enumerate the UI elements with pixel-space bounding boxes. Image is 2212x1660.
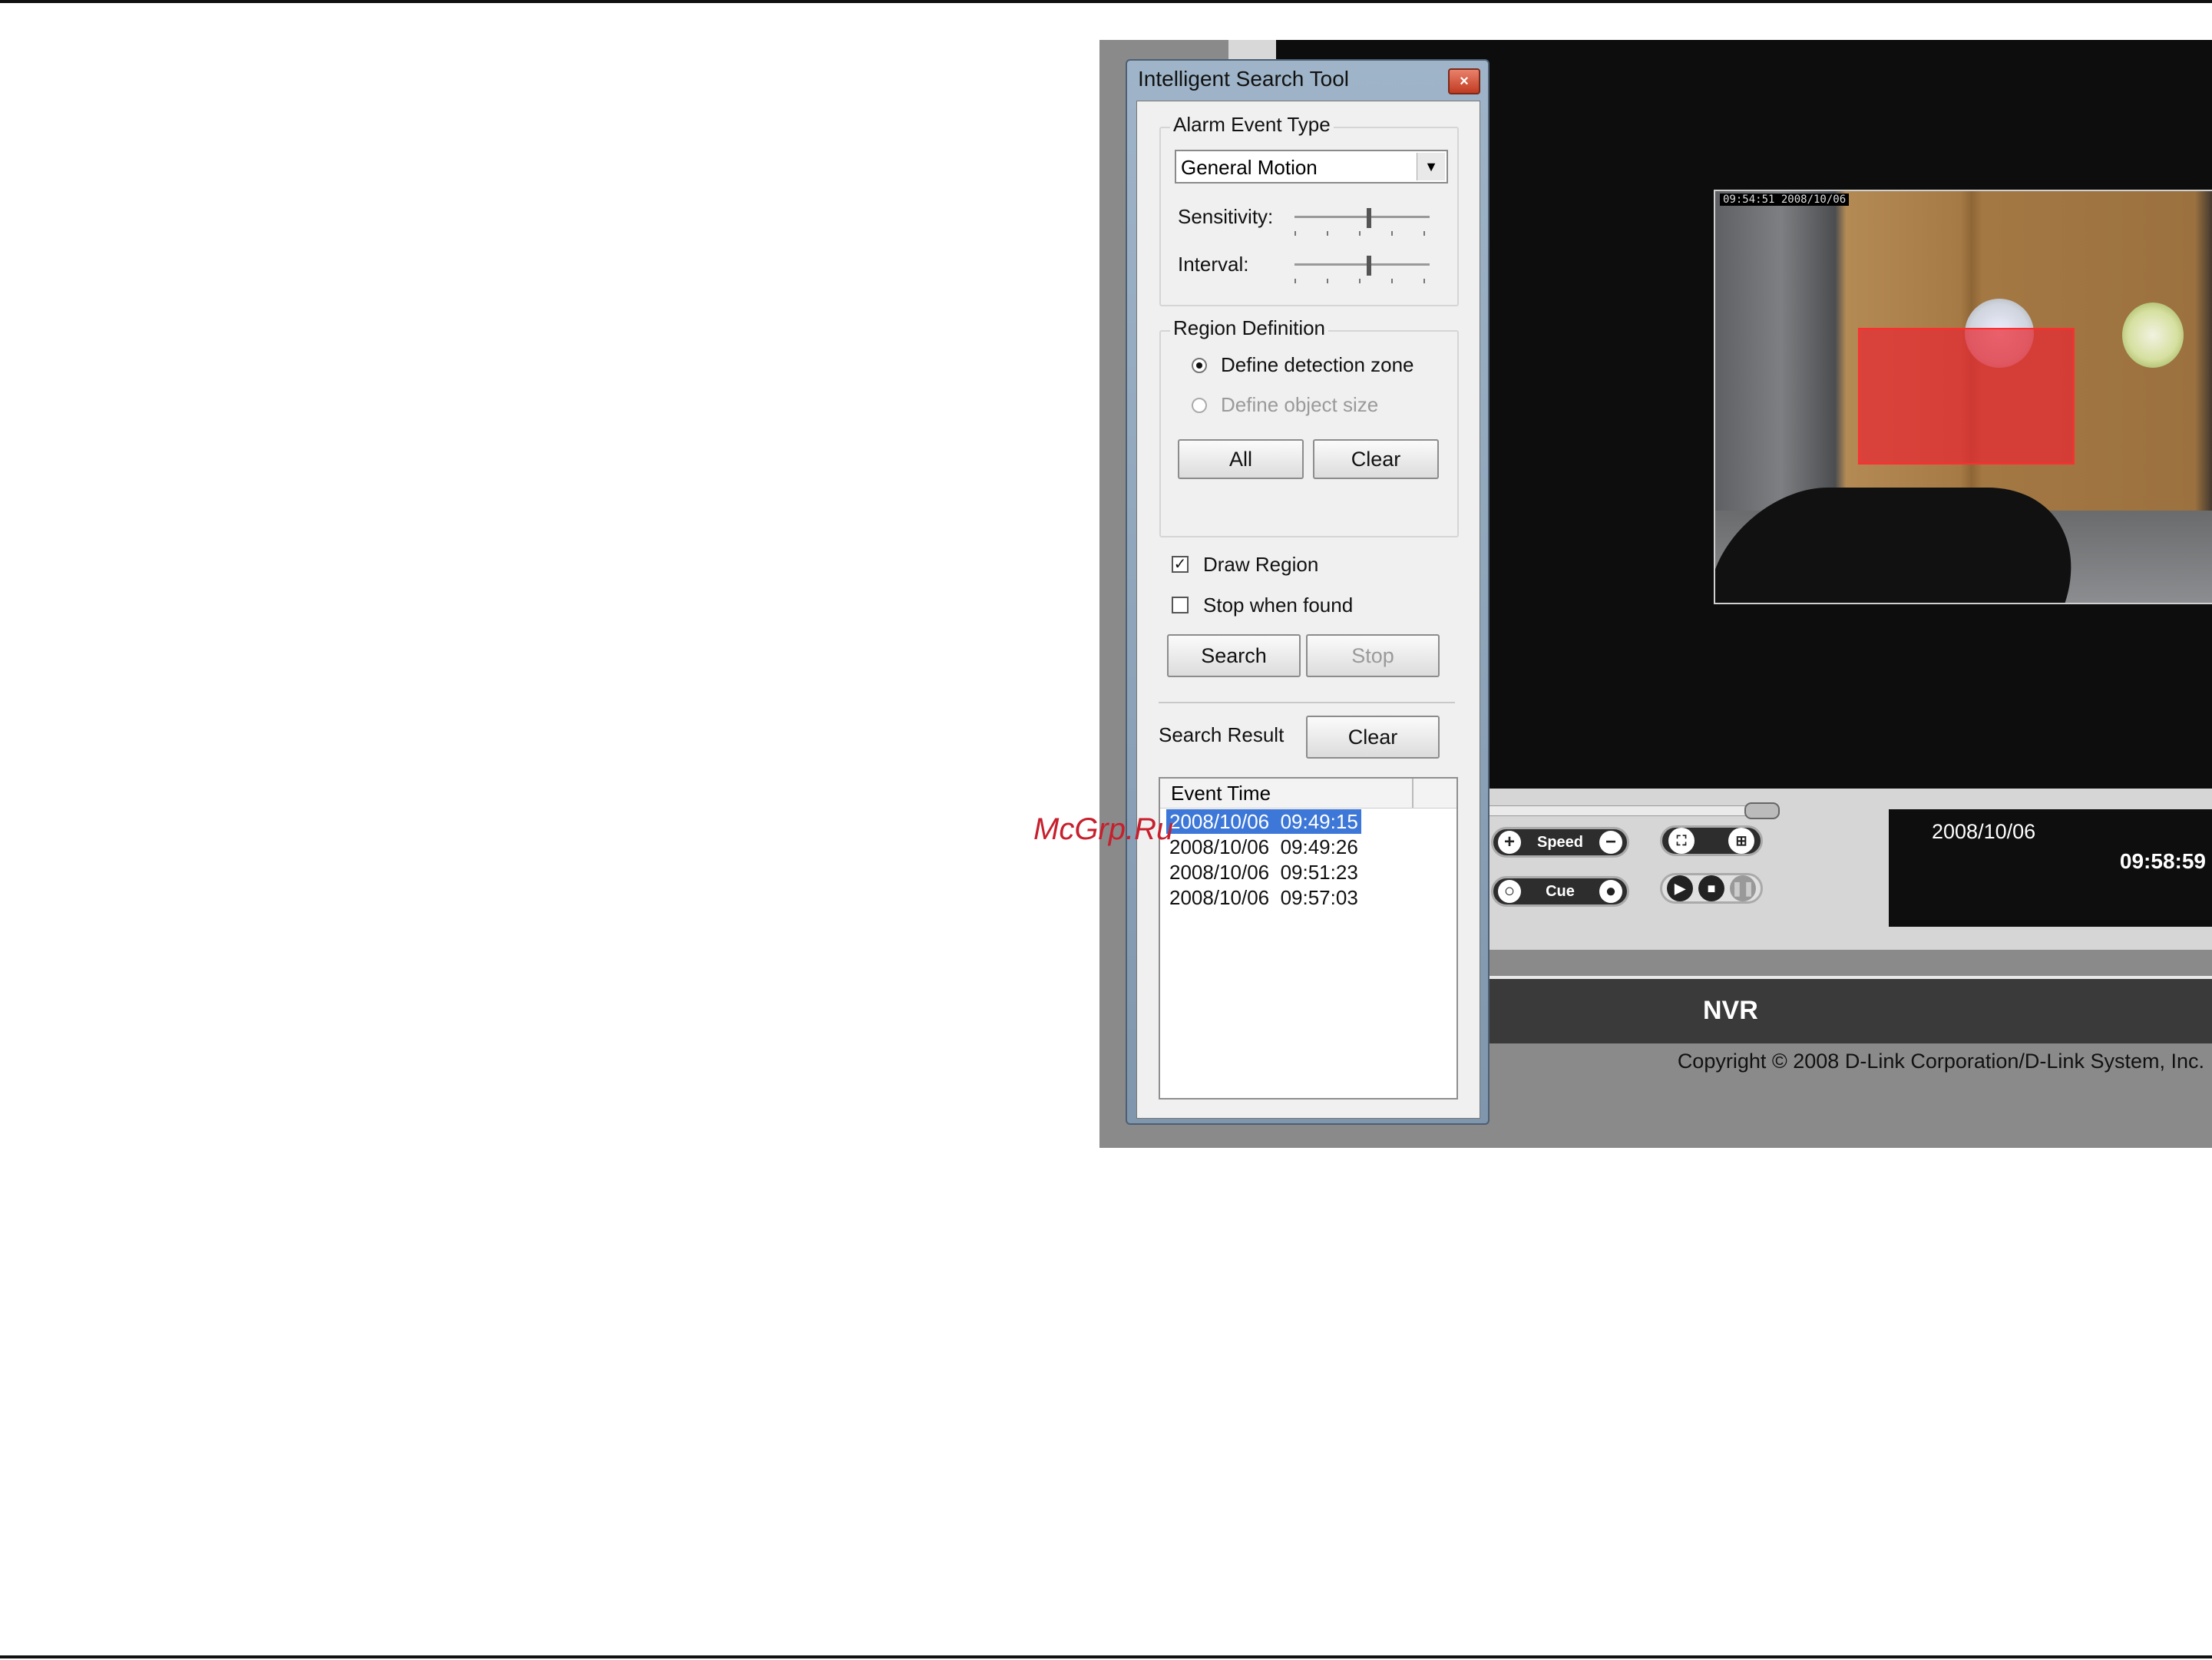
stop-when-found-label: Stop when found bbox=[1203, 594, 1354, 617]
speed-decrease-icon[interactable]: − bbox=[1599, 831, 1622, 854]
dialog-title: Intelligent Search Tool bbox=[1138, 67, 1349, 91]
results-list-header: Event Time bbox=[1160, 779, 1456, 809]
draw-region-checkbox[interactable]: ✓ bbox=[1172, 556, 1189, 573]
define-detection-zone-radio[interactable] bbox=[1192, 358, 1207, 373]
close-icon[interactable]: × bbox=[1448, 68, 1480, 94]
draw-region-label: Draw Region bbox=[1203, 553, 1319, 576]
chevron-down-icon[interactable]: ▼ bbox=[1417, 153, 1445, 180]
separator bbox=[1159, 702, 1455, 703]
cue-label: Cue bbox=[1546, 882, 1575, 900]
result-row[interactable]: 2008/10/06 09:49:15 bbox=[1166, 809, 1361, 834]
playback-date: 2008/10/06 bbox=[1932, 820, 2036, 843]
event-time-column-header[interactable]: Event Time bbox=[1160, 779, 1413, 808]
playback-button-group: ▶ ■ ❚❚ bbox=[1660, 873, 1763, 904]
search-button[interactable]: Search bbox=[1167, 634, 1301, 677]
pause-icon[interactable]: ❚❚ bbox=[1730, 875, 1756, 901]
define-object-size-label: Define object size bbox=[1221, 393, 1379, 416]
watermark: McGrp.Ru bbox=[1033, 812, 1174, 846]
define-object-size-radio[interactable] bbox=[1192, 398, 1207, 413]
event-type-value: General Motion bbox=[1181, 156, 1318, 179]
define-detection-zone-label: Define detection zone bbox=[1221, 353, 1414, 376]
dialog-body: Alarm Event Type General Motion ▼ Sensit… bbox=[1136, 101, 1480, 1119]
speed-increase-icon[interactable]: + bbox=[1498, 831, 1521, 854]
region-definition-group: Region Definition Define detection zone … bbox=[1159, 316, 1459, 537]
slider-ticks bbox=[1294, 231, 1430, 236]
speed-control: + Speed − bbox=[1491, 827, 1629, 858]
event-type-select[interactable]: General Motion ▼ bbox=[1175, 150, 1448, 184]
copyright-text: Copyright © 2008 D-Link Corporation/D-Li… bbox=[1677, 1050, 2204, 1073]
video-timestamp: 09:54:51 2008/10/06 bbox=[1720, 193, 1850, 206]
sofa bbox=[1715, 488, 2103, 603]
stop-button[interactable]: Stop bbox=[1306, 634, 1440, 677]
sensitivity-slider-thumb[interactable] bbox=[1367, 208, 1371, 228]
play-icon[interactable]: ▶ bbox=[1667, 875, 1693, 901]
result-row[interactable]: 2008/10/06 09:57:03 bbox=[1166, 885, 1361, 910]
speed-label: Speed bbox=[1536, 833, 1584, 851]
window-grip bbox=[1228, 40, 1281, 60]
seek-handle[interactable] bbox=[1744, 802, 1780, 819]
camera-video-frame[interactable]: 09:54:51 2008/10/06 bbox=[1714, 190, 2212, 604]
select-all-button[interactable]: All bbox=[1178, 439, 1304, 479]
zoom-fit-icon[interactable]: ⛶ bbox=[1668, 828, 1695, 854]
door-window-right bbox=[2122, 303, 2184, 368]
region-definition-legend: Region Definition bbox=[1170, 316, 1329, 340]
alarm-event-type-legend: Alarm Event Type bbox=[1170, 113, 1334, 137]
fullscreen-icon[interactable]: ⊞ bbox=[1728, 828, 1754, 854]
interval-slider-thumb[interactable] bbox=[1367, 256, 1371, 276]
clear-region-button[interactable]: Clear bbox=[1313, 439, 1439, 479]
slider-ticks bbox=[1294, 279, 1430, 283]
cue-control: ○ Cue ● bbox=[1491, 876, 1629, 907]
playback-clock: 2008/10/06 09:58:59 bbox=[1889, 809, 2212, 927]
slider-track bbox=[1294, 216, 1430, 218]
alarm-event-type-group: Alarm Event Type General Motion ▼ Sensit… bbox=[1159, 113, 1459, 306]
clear-results-button[interactable]: Clear bbox=[1306, 716, 1440, 759]
view-mode-group: ⛶ ⊞ bbox=[1660, 825, 1763, 856]
result-row[interactable]: 2008/10/06 09:49:26 bbox=[1166, 835, 1361, 859]
search-result-label: Search Result bbox=[1159, 723, 1285, 746]
intelligent-search-dialog: Intelligent Search Tool × Alarm Event Ty… bbox=[1126, 59, 1490, 1125]
playback-time: 09:58:59 bbox=[2119, 849, 2206, 873]
sensitivity-slider[interactable] bbox=[1294, 208, 1430, 239]
top-rule bbox=[0, 0, 2212, 3]
result-row[interactable]: 2008/10/06 09:51:23 bbox=[1166, 860, 1361, 885]
detection-region-overlay[interactable] bbox=[1858, 328, 2075, 465]
slider-track bbox=[1294, 263, 1430, 266]
search-results-list[interactable]: Event Time 2008/10/06 09:49:15 2008/10/0… bbox=[1159, 777, 1458, 1100]
bottom-rule bbox=[0, 1655, 2212, 1658]
stop-icon[interactable]: ■ bbox=[1698, 875, 1724, 901]
stop-when-found-checkbox[interactable] bbox=[1172, 597, 1189, 613]
cue-in-icon[interactable]: ○ bbox=[1498, 880, 1521, 903]
sensitivity-label: Sensitivity: bbox=[1178, 205, 1274, 228]
product-name: NVR bbox=[1703, 996, 1758, 1025]
cue-out-icon[interactable]: ● bbox=[1599, 880, 1622, 903]
interval-label: Interval: bbox=[1178, 253, 1249, 276]
interval-slider[interactable] bbox=[1294, 256, 1430, 286]
